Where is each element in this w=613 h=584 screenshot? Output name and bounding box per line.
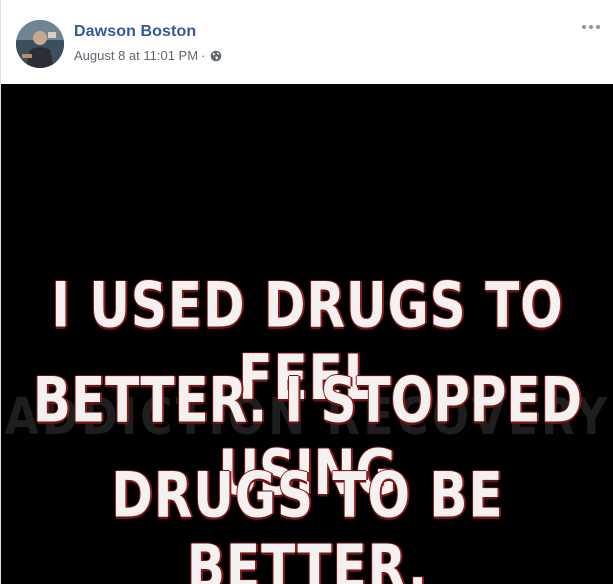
more-options-icon[interactable] [580, 22, 602, 32]
avatar-photo [16, 20, 64, 68]
quote-line-3: DRUGS TO BE BETTER. [111, 459, 504, 584]
post-meta: August 8 at 11:01 PM · [74, 48, 222, 63]
post-header: Dawson Boston August 8 at 11:01 PM · [1, 0, 613, 84]
author-name-link[interactable]: Dawson Boston [74, 23, 196, 41]
facebook-post: Dawson Boston August 8 at 11:01 PM · ADD… [0, 0, 613, 584]
author-avatar[interactable] [16, 20, 64, 68]
globe-icon[interactable] [210, 50, 222, 62]
post-timestamp[interactable]: August 8 at 11:01 PM [74, 48, 198, 63]
post-image[interactable]: ADDICTION RECOVERY I USED DRUGS TO FEEL … [1, 84, 613, 584]
meta-separator: · [201, 48, 206, 63]
